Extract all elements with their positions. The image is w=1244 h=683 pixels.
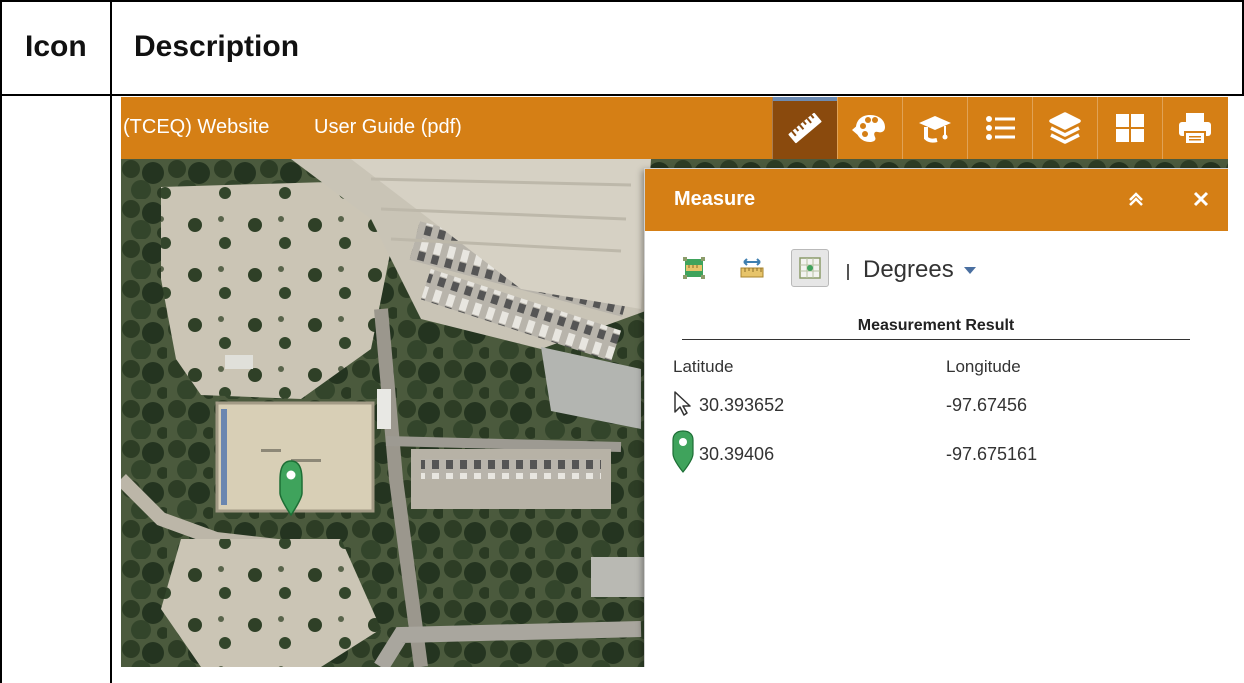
layers-icon — [1049, 112, 1081, 144]
palette-icon — [852, 115, 885, 142]
measure-panel-title: Measure — [674, 188, 756, 210]
measure-tool-button[interactable] — [772, 97, 837, 159]
table-border-left — [0, 0, 2, 683]
ruler-icon — [788, 112, 822, 144]
row2-longitude: -97.675161 — [946, 444, 1038, 464]
layers-button[interactable] — [1032, 97, 1097, 159]
location-measure-button[interactable] — [791, 249, 829, 287]
unit-selected-value: Degrees — [863, 256, 954, 283]
area-measure-button[interactable] — [675, 249, 713, 287]
print-icon — [1179, 113, 1211, 145]
user-guide-link[interactable]: User Guide (pdf) — [314, 116, 462, 139]
longitude-column-header: Longitude — [946, 357, 1021, 376]
column-divider — [110, 0, 112, 683]
cursor-icon — [674, 391, 691, 416]
location-tool-icon — [799, 257, 821, 279]
latitude-column-header: Latitude — [673, 357, 734, 376]
basemap-gallery-button[interactable] — [1097, 97, 1162, 159]
table-border-top — [0, 0, 1244, 2]
app-toolbar: (TCEQ) Website User Guide (pdf) — [121, 97, 1228, 159]
grid-icon — [1116, 114, 1144, 142]
header-row-divider — [0, 94, 1244, 96]
graduation-cap-icon — [919, 116, 951, 143]
print-button[interactable] — [1162, 97, 1227, 159]
unit-dropdown[interactable]: Degrees — [863, 255, 976, 285]
legend-button[interactable] — [967, 97, 1032, 159]
distance-measure-button[interactable] — [733, 249, 771, 287]
column-header-description: Description — [134, 30, 300, 63]
area-tool-icon — [683, 257, 705, 279]
row1-longitude: -97.67456 — [946, 395, 1028, 415]
tutorial-button[interactable] — [902, 97, 967, 159]
row2-latitude: 30.39406 — [699, 444, 775, 464]
measurement-result-title: Measurement Result — [857, 317, 1015, 334]
chevron-down-icon — [963, 266, 976, 274]
row1-latitude: 30.393652 — [699, 395, 785, 415]
close-icon[interactable] — [1189, 187, 1213, 211]
theme-button[interactable] — [837, 97, 902, 159]
distance-tool-icon — [740, 258, 764, 278]
measure-panel-header: Measure — [645, 169, 1228, 231]
list-icon — [986, 116, 1015, 140]
collapse-icon[interactable] — [1124, 187, 1148, 211]
unit-separator — [847, 264, 849, 280]
tceq-website-link[interactable]: (TCEQ) Website — [123, 116, 269, 139]
result-divider — [682, 339, 1190, 340]
column-header-icon: Icon — [25, 30, 87, 63]
measure-panel: Measure Degrees Measurement Result Latit… — [644, 168, 1228, 667]
embedded-app-screenshot: (TCEQ) Website User Guide (pdf) Measure … — [121, 97, 1228, 667]
location-pin-icon — [672, 430, 694, 473]
